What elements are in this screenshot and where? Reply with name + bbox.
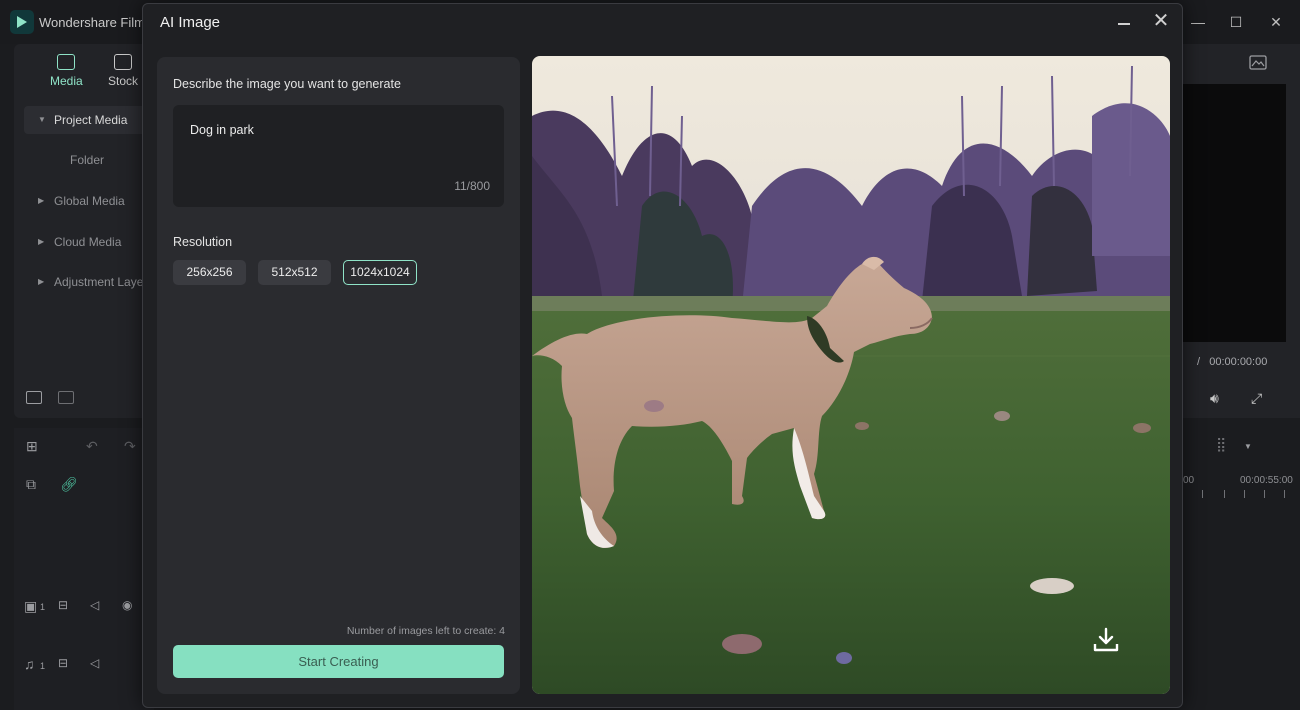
tree-item-folder[interactable]: Folder	[24, 146, 154, 174]
media-icon	[57, 54, 76, 70]
lock-icon[interactable]: ⊟	[58, 598, 68, 612]
ruler-tick	[1202, 490, 1203, 498]
tab-stock[interactable]: Stock	[108, 54, 138, 88]
collapse-arrow-icon: ▶	[38, 196, 45, 205]
volume-icon[interactable]: ◁	[90, 598, 99, 612]
start-creating-button[interactable]: Start Creating	[173, 645, 504, 678]
zoom-slider-icon[interactable]: ⣿	[1216, 436, 1226, 453]
character-count: 11/800	[454, 179, 490, 193]
timeline-panel: ⊞ ↶ ↷ ⧉ 🔗︎ ▣ 1 ⊟ ◁ ◉ ♫ 1 ⊟ ◁	[14, 428, 154, 710]
volume-icon[interactable]: ◁	[90, 656, 99, 670]
tree-item-label: Global Media	[54, 194, 125, 208]
ruler-tick	[1244, 490, 1245, 498]
download-icon	[1093, 627, 1119, 652]
expand-arrow-icon: ▼	[38, 115, 46, 124]
lock-icon[interactable]: ⊟	[58, 656, 68, 670]
speaker-icon[interactable]: 🔊︎	[1210, 390, 1219, 407]
resolution-512-button[interactable]: 512x512	[258, 260, 331, 285]
resolution-256-button[interactable]: 256x256	[173, 260, 246, 285]
prompt-textarea[interactable]: Dog in park 11/800	[173, 105, 504, 207]
preview-time: / 00:00:00:00	[1197, 356, 1268, 368]
generated-image	[532, 56, 1170, 694]
download-button[interactable]	[1089, 623, 1123, 657]
tree-item-adjustment-layer[interactable]: ▶ Adjustment Layer	[24, 268, 154, 296]
tree-item-label: Folder	[70, 153, 105, 167]
prompt-label: Describe the image you want to generate	[173, 77, 401, 91]
audio-track-icon: ♫	[24, 656, 35, 672]
images-remaining-text: Number of images left to create: 4	[346, 625, 505, 637]
tab-media-label: Media	[50, 74, 83, 88]
tree-item-label: Project Media	[54, 113, 128, 127]
ai-image-dialog: AI Image ✕ Describe the image you want t…	[142, 3, 1183, 708]
tree-item-global-media[interactable]: ▶ Global Media	[24, 187, 154, 215]
tree-item-project-media[interactable]: ▼ Project Media	[24, 106, 154, 134]
preview-time-value: 00:00:00:00	[1209, 356, 1268, 368]
app-title: Wondershare Filmora	[39, 15, 143, 30]
collapse-arrow-icon: ▶	[38, 277, 45, 286]
audio-track-number: 1	[40, 661, 46, 671]
generation-settings-panel: Describe the image you want to generate …	[157, 57, 520, 694]
app-maximize-icon[interactable]: ☐	[1226, 12, 1246, 32]
tree-item-label: Adjustment Layer	[54, 275, 148, 289]
app-close-icon[interactable]: ✕	[1266, 12, 1286, 32]
snapshot-icon[interactable]	[1249, 55, 1267, 70]
tab-stock-label: Stock	[108, 74, 139, 88]
redo-icon[interactable]: ↷	[124, 438, 136, 455]
eye-icon[interactable]: ◉	[122, 598, 132, 612]
link-icon[interactable]: 🔗︎	[60, 476, 78, 493]
preview-canvas	[1183, 84, 1286, 342]
tab-media[interactable]: Media	[50, 54, 83, 88]
dialog-title: AI Image	[160, 14, 221, 31]
video-track-number: 1	[40, 602, 46, 612]
filmora-logo-icon	[10, 10, 34, 34]
new-folder-icon[interactable]	[26, 391, 42, 404]
fullscreen-icon[interactable]: ⤢	[1251, 390, 1262, 407]
resolution-label: Resolution	[173, 235, 233, 249]
tree-item-cloud-media[interactable]: ▶ Cloud Media	[24, 228, 154, 256]
dialog-minimize-icon[interactable]	[1113, 12, 1135, 34]
ruler-time-start: 00	[1183, 475, 1195, 486]
layout-grid-icon[interactable]: ⊞	[26, 438, 38, 455]
video-track-icon: ▣	[24, 598, 38, 614]
tree-item-label: Cloud Media	[54, 235, 122, 249]
undo-icon[interactable]: ↶	[86, 438, 98, 455]
ruler-time: 00:00:55:00	[1240, 475, 1293, 486]
ruler-tick	[1284, 490, 1285, 498]
add-track-icon[interactable]: ⧉	[26, 476, 36, 493]
filmora-app: Wondershare Filmora — ☐ ✕ Media Stock ▼ …	[0, 0, 1300, 710]
stock-icon	[114, 54, 132, 70]
app-minimize-icon[interactable]: —	[1188, 12, 1208, 32]
ruler-tick	[1264, 490, 1265, 498]
collapse-arrow-icon: ▶	[38, 237, 45, 246]
media-panel: Media Stock ▼ Project Media Folder ▶ Glo…	[14, 44, 154, 418]
folder-icon[interactable]	[58, 391, 74, 404]
generated-image-dog-in-park	[532, 56, 1170, 694]
ruler-tick	[1224, 490, 1225, 498]
prompt-value: Dog in park	[190, 123, 254, 137]
dialog-close-icon[interactable]: ✕	[1150, 10, 1172, 32]
resolution-1024-button[interactable]: 1024x1024	[343, 260, 417, 285]
dropdown-arrow-icon[interactable]: ▼	[1244, 442, 1252, 451]
